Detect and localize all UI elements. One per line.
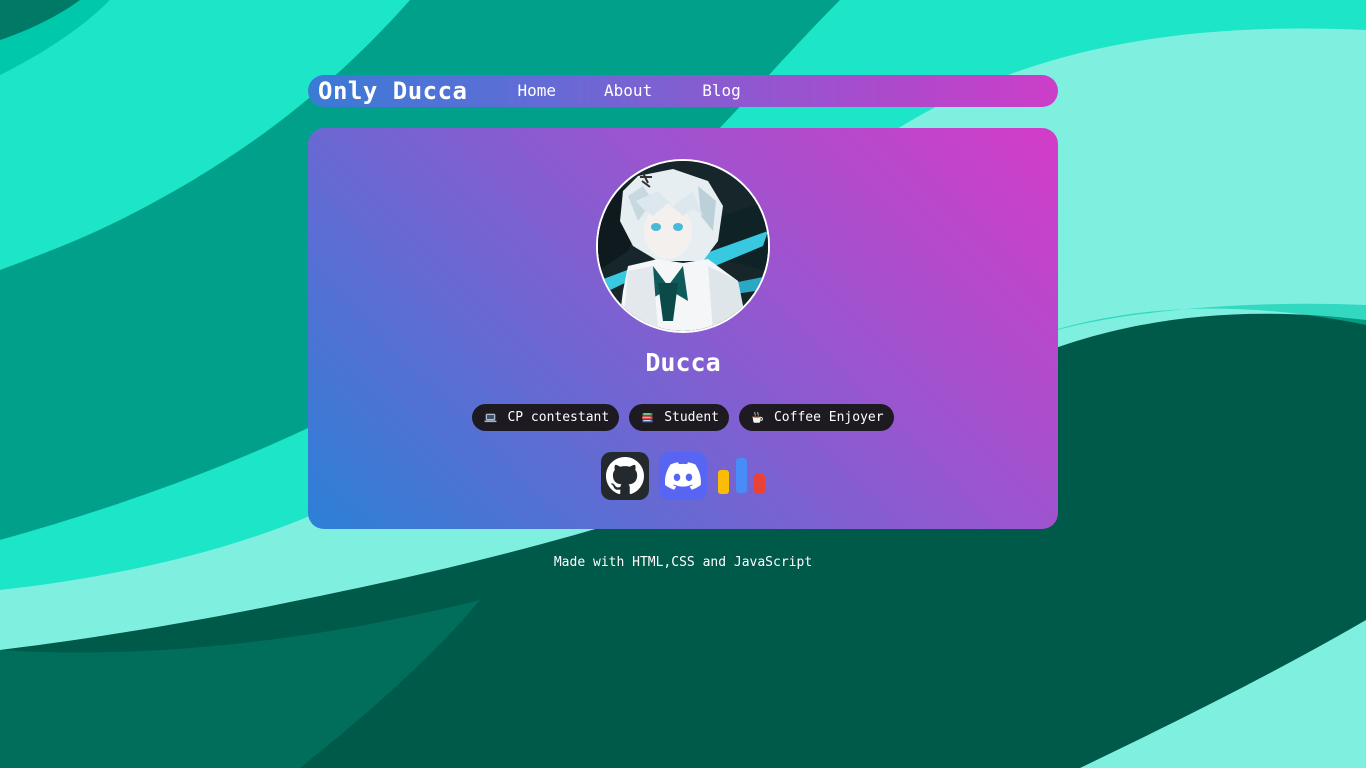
tag-label: Coffee Enjoyer [773, 410, 884, 425]
nav-link-home[interactable]: Home [518, 75, 557, 107]
profile-card: Ducca CP contestant Student Coffee Enjoy… [308, 128, 1058, 529]
coffee-icon [751, 411, 764, 424]
github-link[interactable] [601, 452, 649, 500]
nav-link-about[interactable]: About [604, 75, 652, 107]
laptop-icon [484, 411, 497, 424]
discord-icon [665, 462, 701, 490]
nav-link-blog[interactable]: Blog [702, 75, 741, 107]
avatar [596, 159, 770, 333]
social-links [308, 452, 1058, 500]
anime-avatar-image [598, 161, 768, 331]
tag-label: Student [664, 410, 719, 425]
brand-title[interactable]: Only Ducca [318, 75, 468, 107]
github-icon [606, 457, 644, 495]
books-icon [641, 411, 654, 424]
tag-cp-contestant: CP contestant [472, 404, 620, 431]
tag-list: CP contestant Student Coffee Enjoyer [308, 404, 1058, 431]
tag-coffee-enjoyer: Coffee Enjoyer [738, 404, 894, 431]
discord-link[interactable] [659, 452, 707, 500]
profile-name: Ducca [645, 348, 721, 377]
top-navbar: Only Ducca Home About Blog [308, 75, 1058, 107]
stats-link[interactable] [717, 452, 765, 500]
tag-label: CP contestant [507, 410, 610, 425]
tag-student: Student [629, 404, 729, 431]
stats-icon [718, 458, 765, 494]
footer-text: Made with HTML,CSS and JavaScript [553, 555, 813, 570]
